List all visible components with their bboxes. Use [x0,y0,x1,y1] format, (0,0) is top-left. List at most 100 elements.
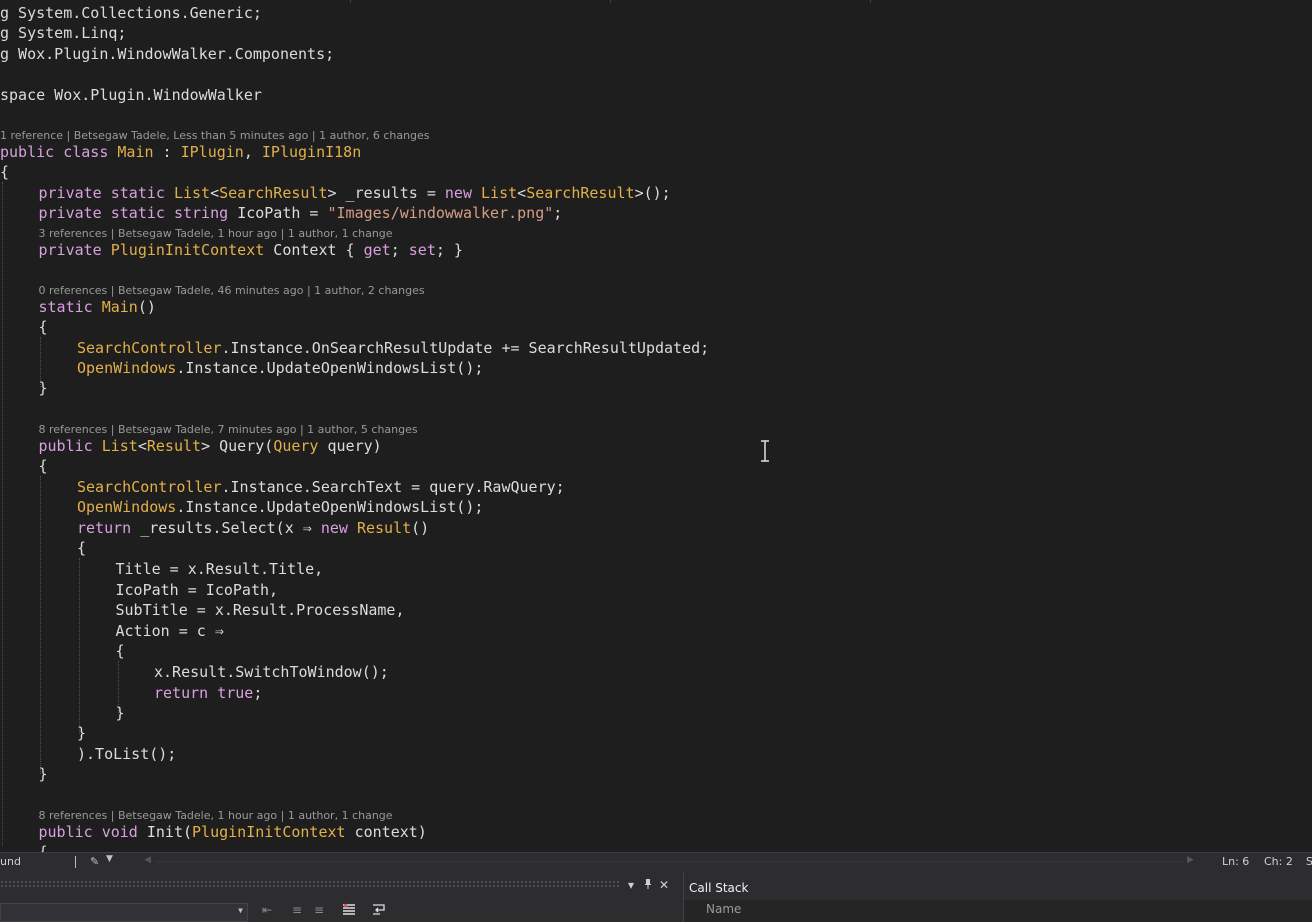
code-token: { [38,318,48,336]
code-line[interactable]: OpenWindows.Instance.UpdateOpenWindowsLi… [77,497,483,517]
code-line[interactable]: { [0,162,9,182]
code-token: >(); [634,184,671,202]
codelens-info[interactable]: 3 references | Betsegaw Tadele, 1 hour a… [39,227,393,241]
code-token: IPluginI18n [261,143,362,161]
code-token: SearchController [77,339,222,357]
code-line[interactable]: space Wox.Plugin.WindowWalker [0,85,262,105]
codelens-info[interactable]: 8 references | Betsegaw Tadele, 7 minute… [39,423,418,437]
scroll-left-icon[interactable]: ◀ [144,855,151,865]
code-token: return true [154,684,254,702]
code-line[interactable]: x.Result.SwitchToWindow(); [154,662,389,682]
chevron-down-icon[interactable]: ▼ [106,854,113,864]
code-line[interactable]: return true; [154,683,262,703]
code-token: public void [38,823,147,841]
code-line[interactable]: { [116,641,125,661]
code-line[interactable]: private PluginInitContext Context { get;… [39,240,463,260]
code-line[interactable]: } [39,764,48,784]
left-tool-panel: ▾ ✕ ▼ ⇤ ≡ ≡ [0,872,680,922]
ruler-tick [350,0,351,3]
code-token: OpenWindows [77,359,177,377]
code-token: { [115,642,125,660]
code-line[interactable]: Action = c ⇒ [116,621,224,641]
status-separator [75,856,76,868]
code-token: public [38,437,102,455]
code-token: space Wox.Plugin.WindowWalker [0,86,262,104]
code-line[interactable]: public List<Result> Query(Query query) [39,436,382,456]
code-editor[interactable]: g System.Collections.Generic; g System.Li… [0,0,1312,852]
code-line[interactable]: SearchController.Instance.SearchText = q… [77,477,565,497]
outdent-icon[interactable]: ⇤ [262,903,272,917]
code-token: new [320,519,357,537]
code-line[interactable]: SearchController.Instance.OnSearchResult… [77,338,709,358]
code-line[interactable]: g System.Collections.Generic; [0,3,262,23]
code-token: .Instance.UpdateOpenWindowsList(); [176,359,484,377]
code-token: , [243,143,262,161]
code-line[interactable]: } [39,378,48,398]
code-token: OpenWindows [77,498,177,516]
code-line[interactable]: static Main() [39,297,156,317]
code-token: SearchResult [526,184,635,202]
word-wrap-icon[interactable] [372,903,387,919]
horizontal-scrollbar[interactable] [156,861,1182,863]
code-line[interactable]: private static string IcoPath = "Images/… [39,203,563,223]
panel-title: Call Stack [689,881,749,895]
code-token: < [210,184,220,202]
pin-icon[interactable] [643,878,653,893]
code-token: () [411,519,430,537]
code-token: context) [345,823,427,841]
code-line[interactable]: g Wox.Plugin.WindowWalker.Components; [0,44,334,64]
code-line[interactable]: private static List<SearchResult> _resul… [39,183,671,203]
code-line[interactable]: IcoPath = IcoPath, [116,580,279,600]
code-token: x.Result.SwitchToWindow(); [154,663,389,681]
code-token: return [77,519,141,537]
code-token: "Images/windowwalker.png" [327,204,554,222]
indent-guide [79,558,80,734]
code-token: .Instance.UpdateOpenWindowsList(); [176,498,484,516]
codelens-info[interactable]: 0 references | Betsegaw Tadele, 46 minut… [39,284,425,298]
code-line[interactable]: public void Init(PluginInitContext conte… [39,822,427,842]
code-token: get [363,241,391,259]
panel-combo-box[interactable]: ▼ [0,903,248,922]
code-token: g System.Collections.Generic; [0,4,262,22]
code-token: List [173,184,211,202]
panel-menu-dropdown-icon[interactable]: ▾ [628,878,634,892]
close-icon[interactable]: ✕ [659,878,669,892]
code-token: Query [273,437,319,455]
code-token: static [38,298,102,316]
align-indent-icon[interactable]: ≡ [314,903,324,917]
code-token: Context { [264,241,364,259]
column-header[interactable]: Name [684,900,1312,922]
code-token: ).ToList(); [77,745,177,763]
code-line[interactable]: { [39,842,48,852]
brush-icon[interactable]: ✎ [90,855,99,868]
status-left-text: und [0,855,21,868]
codelens-info[interactable]: 1 reference | Betsegaw Tadele, Less than… [0,129,430,143]
code-line[interactable]: SubTitle = x.Result.ProcessName, [116,600,405,620]
code-line[interactable]: } [77,723,86,743]
code-line[interactable]: public class Main : IPlugin, IPluginI18n [0,142,361,162]
code-line[interactable]: Title = x.Result.Title, [116,559,324,579]
code-token: ; [390,241,409,259]
code-line[interactable]: } [116,703,125,723]
code-token: } [115,704,125,722]
code-token: { [38,843,48,852]
code-token: { [0,163,10,181]
code-line[interactable]: g System.Linq; [0,23,126,43]
code-token: ; [553,204,563,222]
code-token: IcoPath = IcoPath, [115,581,279,599]
scroll-right-icon[interactable]: ▶ [1187,855,1194,865]
text-cursor-icon [761,440,769,462]
codelens-info[interactable]: 8 references | Betsegaw Tadele, 1 hour a… [39,809,393,823]
align-left-icon[interactable]: ≡ [292,903,302,917]
panel-grip[interactable] [0,880,620,888]
code-token: new [444,184,482,202]
list-clear-icon[interactable] [342,903,356,919]
code-line[interactable]: { [77,538,86,558]
code-line[interactable]: { [39,456,48,476]
chevron-down-icon[interactable]: ▼ [238,906,243,915]
code-token: PluginInitContext [192,823,346,841]
code-line[interactable]: OpenWindows.Instance.UpdateOpenWindowsLi… [77,358,483,378]
code-line[interactable]: ).ToList(); [77,744,176,764]
code-line[interactable]: return _results.Select(x ⇒ new Result() [77,518,429,538]
code-line[interactable]: { [39,317,48,337]
